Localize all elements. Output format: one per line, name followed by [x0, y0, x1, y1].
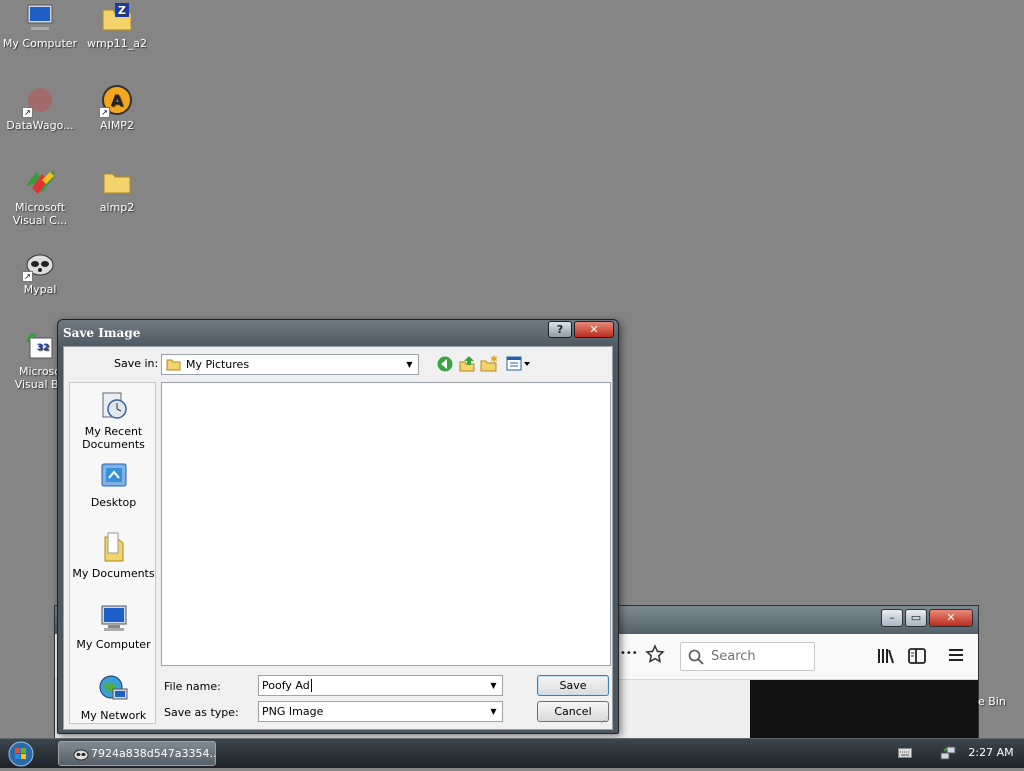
back-arrow-icon: [437, 356, 453, 372]
save-as-type-value: PNG Image: [262, 705, 324, 718]
up-folder-button[interactable]: [458, 355, 478, 373]
svg-text:32: 32: [37, 343, 50, 353]
desktop-icon-datawagon[interactable]: ↗ DataWago...: [1, 84, 79, 132]
mypal-icon: ↗: [22, 248, 56, 282]
zip-folder-icon: Z: [101, 2, 133, 34]
desktop-icon-aimp2-folder[interactable]: aimp2: [78, 166, 156, 214]
file-name-label: File name:: [164, 680, 221, 693]
place-desktop[interactable]: Desktop: [70, 460, 157, 509]
svg-text:Z: Z: [118, 4, 126, 17]
library-icon[interactable]: [877, 647, 895, 668]
cancel-button[interactable]: Cancel: [537, 701, 609, 722]
chevron-down-icon[interactable]: ▼: [485, 676, 502, 695]
desktop-icon-wmp11-a2[interactable]: Z wmp11_a2: [78, 2, 156, 50]
view-menu-icon: [506, 356, 530, 371]
new-folder-button[interactable]: ✱: [480, 355, 500, 373]
search-placeholder: Search: [711, 649, 756, 664]
menu-icon[interactable]: [948, 647, 964, 666]
chevron-down-icon[interactable]: ▼: [401, 355, 418, 374]
mypal-icon: [73, 746, 89, 765]
file-list[interactable]: [161, 382, 611, 666]
desktop-icon-my-computer[interactable]: My Computer: [1, 2, 79, 50]
svg-text:✱: ✱: [490, 355, 498, 365]
place-my-computer[interactable]: My Computer: [70, 602, 157, 651]
place-label: My Recent Documents: [82, 425, 145, 451]
minimize-button[interactable]: –: [881, 609, 903, 627]
new-folder-icon: ✱: [480, 355, 498, 372]
shortcut-arrow-icon: ↗: [22, 107, 33, 118]
desktop-icon: [101, 463, 126, 487]
back-button[interactable]: [436, 355, 456, 373]
file-name-input[interactable]: Poofy Ad ▼: [258, 675, 503, 696]
folder-icon: [101, 166, 133, 198]
shortcut-arrow-icon: ↗: [99, 107, 110, 118]
taskbar-item-label: 7924a838d547a3354...: [91, 747, 216, 760]
computer-icon: [24, 2, 56, 34]
save-as-type-label: Save as type:: [164, 706, 239, 719]
place-my-documents[interactable]: My Documents: [70, 531, 157, 580]
up-folder-icon: [459, 356, 475, 372]
save-in-dropdown[interactable]: My Pictures ▼: [161, 354, 419, 375]
my-documents-icon: [104, 532, 123, 562]
resize-grip-icon[interactable]: ⋰: [600, 717, 610, 727]
desktop-icon-label: AIMP2: [100, 119, 134, 132]
maximize-button[interactable]: ▭: [905, 609, 927, 627]
star-icon[interactable]: [645, 644, 665, 667]
place-label: Desktop: [90, 496, 137, 509]
place-label: My Computer: [76, 638, 151, 651]
windows-logo-icon: [8, 741, 34, 767]
recycle-bin-label[interactable]: e Bin: [978, 695, 1006, 708]
close-button[interactable]: ✕: [929, 609, 973, 627]
shortcut-arrow-icon: ↗: [22, 271, 33, 282]
desktop-icon-label: aimp2: [99, 201, 135, 214]
desktop-icon-aimp2[interactable]: A ↗ AIMP2: [78, 84, 156, 132]
search-icon: [688, 648, 704, 675]
places-bar: My Recent Documents Desktop My Documents…: [69, 382, 156, 724]
app-shortcut-icon: ↗: [22, 84, 56, 118]
close-button[interactable]: ✕: [574, 321, 614, 338]
taskbar: 7924a838d547a3354... 2:27 AM: [0, 738, 1024, 768]
dialog-title: Save Image: [63, 326, 141, 340]
aimp-icon: A ↗: [99, 84, 133, 118]
my-network-icon: [99, 675, 127, 700]
page-actions-overflow-button[interactable]: •••: [620, 648, 638, 659]
file-name-value: Poofy Ad: [262, 679, 310, 692]
save-in-value: My Pictures: [186, 358, 250, 371]
desktop-icon-label: wmp11_a2: [87, 37, 147, 50]
desktop-icon-visual-cpp[interactable]: Microsoft Visual C...: [1, 166, 79, 227]
desktop-icon-label: My Computer: [2, 37, 78, 50]
taskbar-item[interactable]: 7924a838d547a3354...: [58, 741, 216, 766]
sidebar-icon[interactable]: [908, 647, 926, 668]
save-button[interactable]: Save: [537, 675, 609, 696]
browser-content-dark-panel: [750, 680, 978, 739]
save-image-dialog: Save Image ? ✕ Save in: My Pictures ▼ ✱ …: [57, 319, 619, 734]
text-cursor: [310, 679, 312, 692]
svg-text:A: A: [111, 91, 124, 110]
save-as-type-select[interactable]: PNG Image ▼: [258, 701, 503, 722]
place-recent-documents[interactable]: My Recent Documents: [70, 389, 157, 451]
desktop-icon-label: Microsoft Visual C...: [12, 201, 68, 227]
dialog-body: Save in: My Pictures ▼ ✱ My Recent Docum…: [63, 346, 613, 730]
save-in-label: Save in:: [114, 357, 159, 370]
network-icon[interactable]: [940, 745, 956, 764]
desktop-icon-label: DataWago...: [6, 119, 74, 132]
recent-documents-icon: [102, 392, 127, 419]
help-button[interactable]: ?: [548, 321, 572, 338]
folder-icon: [166, 358, 181, 377]
chevron-down-icon[interactable]: ▼: [485, 702, 502, 721]
visual-basic-icon: 32: [24, 330, 56, 362]
visual-cpp-icon: [24, 166, 56, 198]
place-label: My Documents: [72, 567, 155, 580]
search-input[interactable]: Search: [680, 642, 815, 671]
clock[interactable]: 2:27 AM: [966, 739, 1016, 767]
desktop-icon-mypal[interactable]: ↗ Mypal: [1, 248, 79, 296]
place-label: My Network: [80, 709, 147, 722]
keyboard-icon[interactable]: [898, 748, 912, 761]
start-button[interactable]: [6, 740, 36, 768]
my-computer-icon: [101, 605, 126, 631]
place-my-network[interactable]: My Network: [70, 673, 157, 722]
desktop-icon-label: Mypal: [23, 283, 57, 296]
view-menu-button[interactable]: [506, 355, 532, 373]
